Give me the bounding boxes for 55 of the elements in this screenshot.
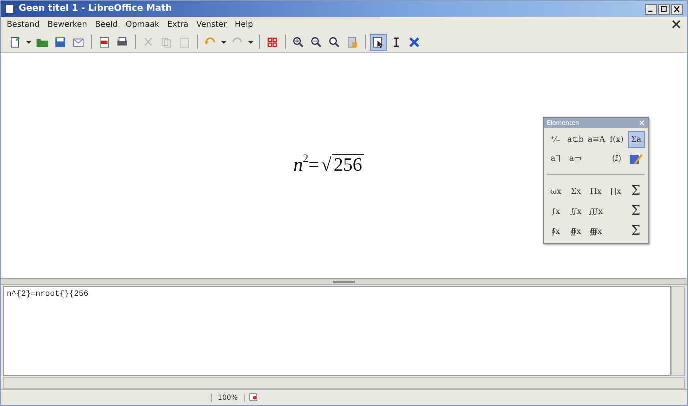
category-button[interactable]: a▭ xyxy=(566,150,585,167)
palette-icon xyxy=(629,152,644,166)
splitter-handle[interactable] xyxy=(333,280,355,282)
caret-icon xyxy=(26,40,32,44)
toolbar-button[interactable] xyxy=(370,34,387,50)
operator-button[interactable]: ∭x xyxy=(587,202,605,220)
operator-button[interactable]: ∐x xyxy=(607,182,625,200)
scissors-icon xyxy=(142,36,155,48)
category-button[interactable]: Σa xyxy=(628,131,645,148)
zoom-in-icon xyxy=(292,36,305,48)
menu-item[interactable]: Help xyxy=(235,20,254,29)
category-button[interactable]: f(x) xyxy=(608,131,626,148)
category-button[interactable]: a⊂b xyxy=(566,131,585,148)
operator-button[interactable]: Σ xyxy=(627,202,645,220)
maximize-button[interactable] xyxy=(658,4,670,14)
category-button[interactable]: a≡A xyxy=(586,131,606,148)
document-modified-icon xyxy=(249,393,258,402)
printer-icon xyxy=(116,36,129,48)
operator-button[interactable]: Σ xyxy=(627,182,645,200)
operator-button[interactable]: ∯x xyxy=(567,222,585,240)
pdf-icon xyxy=(98,36,111,48)
menu-item[interactable]: Venster xyxy=(196,20,228,29)
document-icon xyxy=(9,36,22,48)
operator-button[interactable]: ∰x xyxy=(587,222,605,240)
menu-item[interactable]: Beeld xyxy=(95,20,118,29)
operator-button[interactable]: Πx xyxy=(587,182,605,200)
menu-item[interactable]: Extra xyxy=(168,20,189,29)
page-icon xyxy=(346,36,359,48)
category-button[interactable]: ⁺⁄₋ xyxy=(547,131,564,148)
minimize-button[interactable] xyxy=(645,4,657,14)
command-field[interactable]: n^{2}=nroot{}{256 xyxy=(3,286,671,376)
caret-icon xyxy=(248,40,254,44)
copy-icon xyxy=(160,36,173,48)
category-button[interactable]: a⃗ xyxy=(547,150,564,167)
menu-item[interactable]: Opmaak xyxy=(126,20,160,29)
vertical-scrollbar[interactable] xyxy=(671,286,685,376)
window-title: Geen titel 1 - LibreOffice Math xyxy=(19,4,172,14)
cross-icon xyxy=(408,36,421,48)
close-icon[interactable] xyxy=(672,20,681,29)
mouse-pointer-icon xyxy=(372,36,385,48)
horizontal-scrollbar[interactable] xyxy=(3,377,685,389)
menu-item[interactable]: Bewerken xyxy=(48,20,88,29)
menu-item[interactable]: Bestand xyxy=(7,20,40,29)
zoom-out-icon xyxy=(310,36,323,48)
category-button[interactable]: (ⅈ) xyxy=(608,150,626,167)
operator-button[interactable]: ∮x xyxy=(547,222,565,240)
magnifier-icon xyxy=(328,36,341,48)
close-button[interactable] xyxy=(671,4,683,14)
operator-button[interactable]: ωx xyxy=(547,182,565,200)
document-icon xyxy=(5,4,15,14)
operator-button[interactable]: ∬x xyxy=(567,202,585,220)
operator-button[interactable]: Σx xyxy=(567,182,585,200)
operator-button[interactable]: Σ xyxy=(627,222,645,240)
caret-icon xyxy=(221,40,227,44)
operator-button[interactable]: ∫x xyxy=(547,202,565,220)
